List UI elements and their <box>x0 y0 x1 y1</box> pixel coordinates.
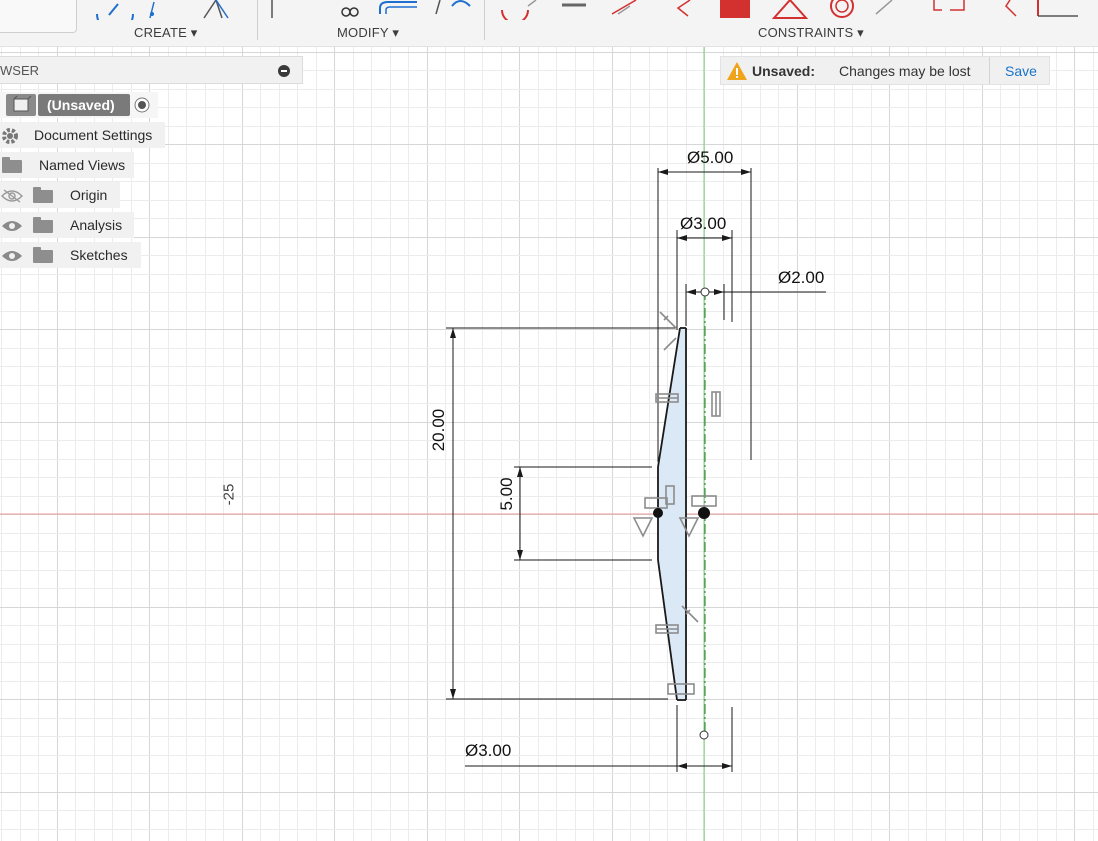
save-button[interactable]: Save <box>1005 63 1037 79</box>
folder-icon <box>33 217 53 233</box>
component-icon <box>6 94 36 116</box>
browser-item-label: Document Settings <box>34 127 153 143</box>
folder-icon <box>33 247 53 263</box>
origin-point[interactable] <box>698 507 710 519</box>
toolbar-workspace-dropdown[interactable] <box>0 0 77 33</box>
toolbar: CREATE ▾ MODIFY ▾ CONSTRAINTS ▾ <box>0 0 1098 47</box>
notice-separator <box>989 57 990 84</box>
browser-item-named-views[interactable]: Named Views <box>0 152 134 178</box>
unsaved-notice: Unsaved: Changes may be lost Save <box>720 56 1050 85</box>
dimension-diameter-3-bottom[interactable]: Ø3.00 <box>465 741 511 761</box>
modify-tool-icons[interactable] <box>262 0 482 20</box>
browser-item-root[interactable]: (Unsaved) <box>0 92 158 118</box>
browser-item-sketches[interactable]: Sketches <box>0 242 141 268</box>
folder-icon <box>2 157 22 173</box>
modify-menu[interactable]: MODIFY ▾ <box>337 25 399 41</box>
browser-item-label: (Unsaved) <box>47 97 115 113</box>
sketch-point[interactable] <box>653 508 663 518</box>
centerline-endpoint[interactable] <box>699 730 709 740</box>
axis-value-label: -25 <box>220 483 238 506</box>
dimension-diameter-3-mid[interactable]: Ø3.00 <box>680 214 726 234</box>
dimension-height-5[interactable]: 5.00 <box>497 474 517 514</box>
browser-item-label: Sketches <box>70 247 128 263</box>
dimension-diameter-2[interactable]: Ø2.00 <box>778 268 824 288</box>
unsaved-message: Changes may be lost <box>839 63 971 79</box>
constraints-menu[interactable]: CONSTRAINTS ▾ <box>758 25 864 41</box>
dimension-diameter-5[interactable]: Ø5.00 <box>687 148 733 168</box>
dimension-arrows <box>450 169 751 769</box>
dimension-height-20[interactable]: 20.00 <box>429 405 449 455</box>
browser-item-analysis[interactable]: Analysis <box>0 212 134 238</box>
eye-hidden-icon[interactable] <box>1 189 23 203</box>
radio-activate-icon[interactable] <box>134 97 150 113</box>
eye-icon[interactable] <box>1 249 23 263</box>
collapse-icon[interactable] <box>278 65 290 77</box>
folder-icon <box>33 187 53 203</box>
create-tool-icons[interactable] <box>92 0 252 20</box>
browser-title: WSER <box>0 63 39 78</box>
eye-icon[interactable] <box>1 219 23 233</box>
browser-item-origin[interactable]: Origin <box>0 182 120 208</box>
toolbar-separator <box>257 0 258 40</box>
create-menu[interactable]: CREATE ▾ <box>134 25 198 41</box>
browser-item-label: Named Views <box>39 157 126 173</box>
warning-icon <box>727 62 747 80</box>
browser-item-label: Analysis <box>70 217 123 233</box>
browser-panel-header[interactable]: WSER <box>0 56 303 84</box>
constraints-tool-icons[interactable] <box>490 0 1090 20</box>
toolbar-separator <box>484 0 485 40</box>
gear-icon <box>2 128 18 144</box>
browser-item-label: Origin <box>70 187 108 203</box>
centerline-endpoint[interactable] <box>700 287 710 297</box>
browser-item-document-settings[interactable]: Document Settings <box>0 122 165 148</box>
unsaved-label: Unsaved: <box>752 63 816 79</box>
